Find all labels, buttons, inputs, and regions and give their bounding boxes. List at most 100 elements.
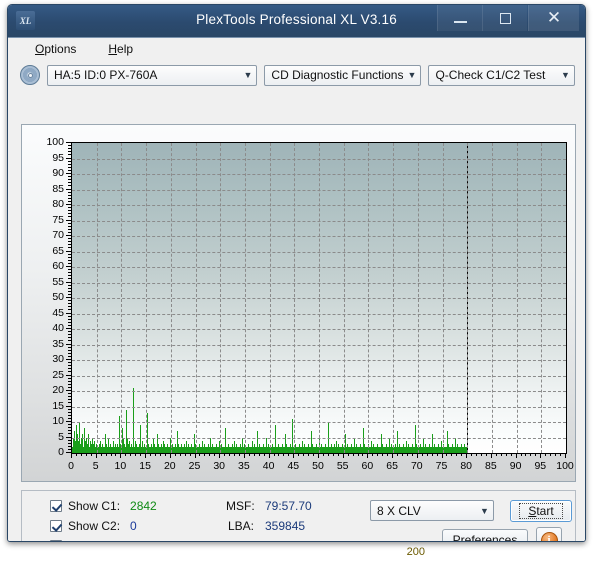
y-axis-tick-minor <box>68 377 71 379</box>
x-axis-tick-minor <box>253 453 255 456</box>
y-axis-tick <box>66 359 71 360</box>
show-cu-checkbox[interactable] <box>50 540 62 541</box>
y-axis-tick <box>66 250 71 252</box>
y-axis-tick-minor <box>68 315 71 317</box>
y-axis-tick-minor <box>68 238 71 240</box>
x-axis-label: 5 <box>92 460 99 472</box>
x-axis-tick <box>466 453 468 458</box>
y-axis-tick <box>66 436 71 438</box>
maximize-button[interactable] <box>482 5 527 31</box>
y-axis-tick-minor <box>68 213 71 215</box>
show-cu-row[interactable]: Show CU: 0 <box>50 539 139 541</box>
x-axis-tick-minor <box>164 453 166 456</box>
y-axis-tick <box>66 328 71 329</box>
x-axis-tick-minor <box>436 453 438 456</box>
preferences-button-label: Preferences <box>452 533 518 542</box>
y-axis-tick <box>66 188 71 190</box>
menu-help[interactable]: Help <box>103 40 138 58</box>
y-axis-tick-minor <box>68 163 71 165</box>
y-axis-tick-minor <box>68 278 71 280</box>
show-c1-checkbox[interactable] <box>50 500 62 512</box>
x-axis-tick-minor <box>214 453 216 456</box>
grid-line-vertical <box>269 143 271 453</box>
y-axis-label: 45 <box>52 306 64 319</box>
y-axis-label: 55 <box>52 275 64 288</box>
y-axis-label: 65 <box>52 244 64 257</box>
minimize-button[interactable] <box>437 5 482 31</box>
x-axis-label: 25 <box>188 460 201 472</box>
y-axis-tick-minor <box>68 306 71 308</box>
y-axis-tick-minor <box>68 185 71 187</box>
y-axis-tick-minor <box>68 275 71 277</box>
y-axis-tick-minor <box>68 321 71 323</box>
x-axis-tick-minor <box>530 453 532 456</box>
close-button[interactable]: ✕ <box>528 5 579 31</box>
plot-wrapper: 0 5 10 15 20 25 30 35 40 45 50 55 60 65 70 75 80 85 90 95 10… <box>22 125 575 481</box>
drive-select[interactable]: HA:5 ID:0 PX-760A ▼ <box>47 64 258 86</box>
x-axis-tick-minor <box>481 453 483 456</box>
x-axis-tick-minor <box>278 453 280 456</box>
y-axis-label: 0 <box>58 446 64 458</box>
y-axis-tick-minor <box>68 402 71 404</box>
y-axis-tick-minor <box>68 191 71 193</box>
c2-value: 0 <box>130 519 137 533</box>
x-axis-tick-minor <box>209 453 211 456</box>
x-axis-tick <box>145 453 147 458</box>
x-axis-label: 55 <box>336 460 349 472</box>
x-axis-label: 75 <box>435 460 448 472</box>
show-cu-label: Show CU: <box>68 539 122 541</box>
x-axis-label: 100 <box>556 460 574 472</box>
x-axis-tick <box>441 453 443 458</box>
grid-line-vertical <box>319 143 320 453</box>
y-axis-tick-minor <box>68 331 71 333</box>
y-axis-tick <box>66 297 71 298</box>
y-axis-tick-minor <box>68 393 71 395</box>
y-axis-tick-minor <box>68 160 71 162</box>
show-c2-checkbox[interactable] <box>50 520 62 532</box>
x-axis-tick-minor <box>140 453 142 456</box>
x-axis-tick-minor <box>115 453 117 456</box>
grid-line-vertical <box>541 143 543 453</box>
menu-options[interactable]: Options <box>30 40 81 58</box>
test-select[interactable]: Q-Check C1/C2 Test ▼ <box>428 64 575 86</box>
y-axis-tick-minor <box>68 290 71 292</box>
controls-panel: Show C1: 2842 Show C2: 0 Show CU: 0 MSF:… <box>21 490 576 542</box>
speed-select[interactable]: 8 X CLV ▼ <box>370 500 494 521</box>
y-axis-tick-minor <box>68 244 71 246</box>
info-button[interactable]: i <box>536 527 562 541</box>
x-axis-tick <box>120 453 122 458</box>
y-axis-tick-minor <box>68 231 71 233</box>
x-axis-label: 10 <box>114 460 127 472</box>
start-button[interactable]: Start <box>510 500 572 522</box>
x-axis-tick-minor <box>332 453 334 456</box>
grid-line-vertical <box>368 143 370 453</box>
y-axis-tick <box>66 281 71 283</box>
y-axis-tick-minor <box>68 228 71 230</box>
y-axis-tick-minor <box>68 194 71 196</box>
x-axis-tick <box>392 453 394 458</box>
y-axis-tick-minor <box>68 427 71 429</box>
y-axis-tick-minor <box>68 225 71 227</box>
y-axis-tick-minor <box>68 334 71 336</box>
x-axis-label: 85 <box>485 460 497 472</box>
function-select[interactable]: CD Diagnostic Functions ▼ <box>264 64 422 86</box>
grid-line-vertical <box>146 143 148 453</box>
speed-select-value: 8 X CLV <box>377 503 421 518</box>
x-axis-tick-minor <box>510 453 512 456</box>
y-axis-tick-minor <box>68 318 71 320</box>
x-axis-label: 35 <box>238 460 250 472</box>
show-c1-row[interactable]: Show C1: 2842 <box>50 499 157 513</box>
c1-value: 2842 <box>130 499 157 513</box>
show-c2-row[interactable]: Show C2: 0 <box>50 519 137 533</box>
x-axis-tick <box>219 453 221 458</box>
y-axis-tick-minor <box>68 362 71 364</box>
x-axis-tick <box>367 453 369 458</box>
x-axis-tick-minor <box>347 453 349 456</box>
y-axis-tick <box>66 343 71 345</box>
x-axis-tick-minor <box>461 453 463 456</box>
y-axis-tick-minor <box>68 433 71 435</box>
y-axis-label: 50 <box>52 291 64 303</box>
preferences-button[interactable]: Preferences <box>442 529 528 542</box>
y-axis-tick-minor <box>68 408 71 410</box>
x-axis-tick-minor <box>204 453 206 456</box>
